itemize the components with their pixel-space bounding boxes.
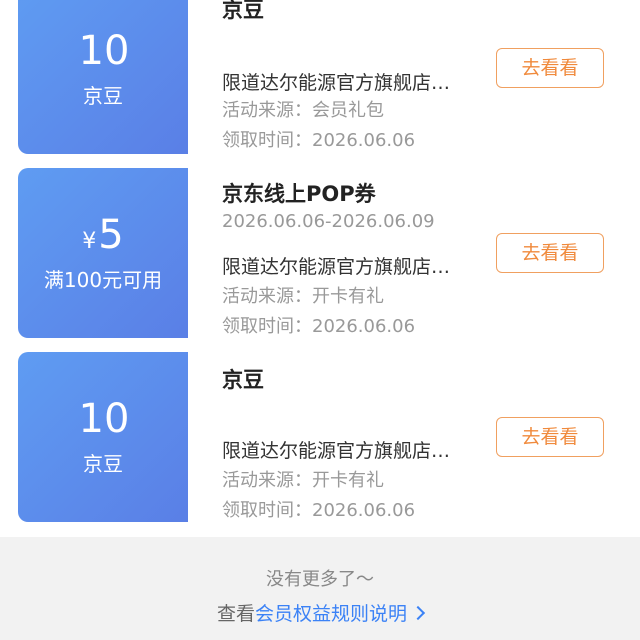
coupon-amount: 10 — [78, 395, 130, 442]
coupon-validity-period: 2026.06.06-2026.06.09 — [222, 211, 435, 232]
coupon-unit: 京豆 — [83, 451, 123, 476]
coupon-store: 限道达尔能源官方旗舰店… — [222, 256, 451, 278]
rules-prefix: 查看 — [216, 603, 255, 625]
coupon-source: 活动来源：会员礼包 — [222, 100, 384, 121]
list-footer: 没有更多了～ 查看会员权益规则说明 — [0, 537, 640, 640]
coupon-card: ¥5 满100元可用 京东线上POP券 2026.06.06-2026.06.0… — [0, 168, 640, 338]
go-view-button[interactable]: 去看看 — [496, 48, 604, 88]
coupon-value-panel: 10 京豆 — [18, 352, 188, 522]
coupon-title: 京豆 — [222, 0, 264, 22]
coupon-title: 京豆 — [222, 368, 264, 392]
coupon-time: 领取时间：2026.06.06 — [222, 316, 416, 337]
no-more-text: 没有更多了～ — [266, 569, 374, 590]
coupon-time: 领取时间：2026.06.06 — [222, 500, 416, 521]
coupon-source: 活动来源：开卡有礼 — [222, 470, 384, 491]
coupon-title: 京东线上POP券 — [222, 182, 376, 206]
coupon-card: 10 京豆 京豆 限道达尔能源官方旗舰店… 活动来源：开卡有礼 领取时间：202… — [0, 352, 640, 522]
rules-link[interactable]: 会员权益规则说明 — [255, 603, 407, 625]
coupon-card: 10 京豆 京豆 限道达尔能源官方旗舰店… 活动来源：会员礼包 领取时间：202… — [0, 0, 640, 154]
coupon-amount: ¥5 — [82, 211, 124, 258]
go-view-button[interactable]: 去看看 — [496, 417, 604, 457]
coupon-unit: 京豆 — [83, 83, 123, 108]
coupon-amount: 10 — [78, 27, 130, 74]
coupon-store: 限道达尔能源官方旗舰店… — [222, 72, 451, 94]
go-view-button[interactable]: 去看看 — [496, 233, 604, 273]
coupon-store: 限道达尔能源官方旗舰店… — [222, 440, 451, 462]
chevron-right-icon — [410, 605, 426, 621]
coupon-unit: 满100元可用 — [43, 267, 163, 292]
coupon-value-panel: 10 京豆 — [18, 0, 188, 154]
coupon-value-panel: ¥5 满100元可用 — [18, 168, 188, 338]
coupon-time: 领取时间：2026.06.06 — [222, 130, 416, 151]
rules-link-row[interactable]: 查看会员权益规则说明 — [0, 599, 640, 626]
coupon-source: 活动来源：开卡有礼 — [222, 286, 384, 307]
